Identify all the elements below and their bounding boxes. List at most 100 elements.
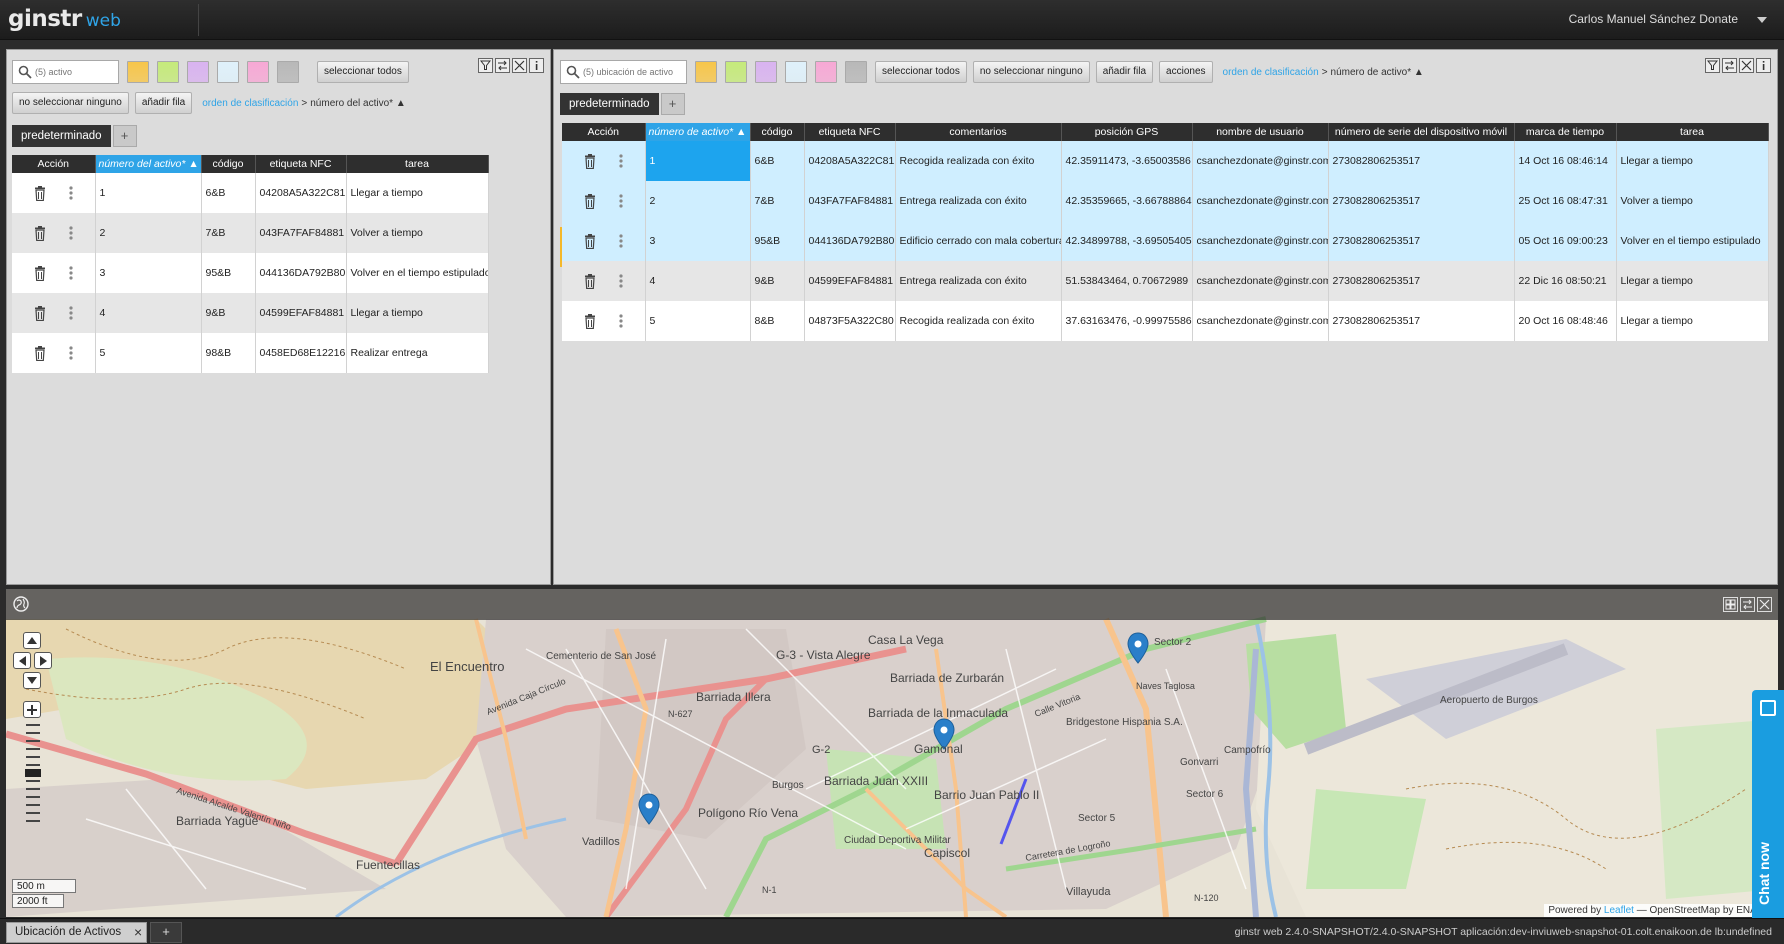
pan-up-button[interactable]: [23, 632, 41, 649]
column-header-gps-position[interactable]: posición GPS: [1061, 123, 1193, 141]
cell-comments[interactable]: Recogida realizada con éxito: [895, 301, 1062, 341]
pan-down-button[interactable]: [23, 672, 41, 689]
cell-asset-number[interactable]: 2: [95, 213, 202, 253]
leaflet-link[interactable]: Leaflet: [1604, 905, 1634, 916]
cell-user-name[interactable]: csanchezdonate@ginstr.com: [1192, 141, 1329, 181]
user-menu-caret-icon[interactable]: [1757, 17, 1767, 23]
pan-right-button[interactable]: [34, 652, 52, 669]
map-panel[interactable]: El Encuentro Cementerio de San José G-3 …: [6, 589, 1778, 917]
drag-handle-icon[interactable]: [69, 346, 73, 360]
grid-icon[interactable]: [1723, 597, 1738, 612]
cell-code[interactable]: 8&B: [750, 301, 805, 341]
cell-nfc-tag[interactable]: 04599EFAF84881: [255, 293, 347, 333]
zoom-in-button[interactable]: [23, 701, 41, 718]
cell-asset-number[interactable]: 5: [645, 301, 751, 341]
trash-icon[interactable]: [34, 185, 46, 201]
trash-icon[interactable]: [34, 345, 46, 361]
swap-icon[interactable]: [1740, 597, 1755, 612]
color-filter-purple[interactable]: [187, 61, 209, 83]
drag-handle-icon[interactable]: [69, 266, 73, 280]
cell-code[interactable]: 7&B: [750, 181, 805, 221]
cell-task[interactable]: Volver en el tiempo estipulado: [1616, 221, 1769, 261]
sort-order-link[interactable]: orden de clasificación: [202, 98, 298, 109]
table-row[interactable]: 3 95&B 044136DA792B80 Edificio cerrado con …: [562, 221, 1769, 261]
cell-code[interactable]: 95&B: [201, 253, 256, 293]
cell-comments[interactable]: Recogida realizada con éxito: [895, 141, 1062, 181]
cell-code[interactable]: 9&B: [750, 261, 805, 301]
app-logo[interactable]: ginstr web: [8, 6, 121, 34]
cell-code[interactable]: 7&B: [201, 213, 256, 253]
cell-gps-position[interactable]: 42.35359665, -3.66788864: [1061, 181, 1193, 221]
cell-task[interactable]: Realizar entrega: [346, 333, 489, 373]
cell-device-serial[interactable]: 273082806253517: [1328, 221, 1515, 261]
color-filter-gray[interactable]: [845, 61, 867, 83]
color-filter-pink[interactable]: [815, 61, 837, 83]
column-header-action[interactable]: Acción: [562, 123, 646, 141]
drag-handle-icon[interactable]: [69, 306, 73, 320]
cell-task[interactable]: Volver a tiempo: [1616, 181, 1769, 221]
cell-gps-position[interactable]: 42.34899788, -3.69505405: [1061, 221, 1193, 261]
info-icon[interactable]: [529, 58, 544, 73]
cell-comments[interactable]: Entrega realizada con éxito: [895, 261, 1062, 301]
column-header-asset-number[interactable]: número del activo* ▲: [95, 155, 202, 173]
color-filter-green[interactable]: [725, 61, 747, 83]
color-filter-light-blue[interactable]: [217, 61, 239, 83]
cell-timestamp[interactable]: 22 Dic 16 08:50:21: [1514, 261, 1617, 301]
drag-handle-icon[interactable]: [619, 154, 623, 168]
cell-asset-number[interactable]: 5: [95, 333, 202, 373]
cell-asset-number[interactable]: 1: [95, 173, 202, 213]
cell-comments[interactable]: Entrega realizada con éxito: [895, 181, 1062, 221]
table-row[interactable]: 2 7&B 043FA7FAF84881 Entrega realizada con …: [562, 181, 1769, 221]
color-filter-yellow[interactable]: [695, 61, 717, 83]
drag-handle-icon[interactable]: [619, 274, 623, 288]
cell-timestamp[interactable]: 20 Oct 16 08:48:46: [1514, 301, 1617, 341]
column-header-task[interactable]: tarea: [346, 155, 489, 173]
drag-handle-icon[interactable]: [69, 186, 73, 200]
cell-asset-number[interactable]: 2: [645, 181, 751, 221]
zoom-slider-handle[interactable]: [25, 769, 41, 777]
cell-asset-number[interactable]: 3: [95, 253, 202, 293]
add-tab-button[interactable]: +: [112, 125, 137, 147]
actions-button[interactable]: acciones: [1159, 61, 1213, 83]
color-filter-pink[interactable]: [247, 61, 269, 83]
cell-nfc-tag[interactable]: 0458ED68E12216: [255, 333, 347, 373]
drag-handle-icon[interactable]: [619, 234, 623, 248]
cell-timestamp[interactable]: 14 Oct 16 08:46:14: [1514, 141, 1617, 181]
cell-task[interactable]: Llegar a tiempo: [1616, 301, 1769, 341]
close-icon[interactable]: [512, 58, 527, 73]
cell-gps-position[interactable]: 51.53843464, 0.70672989: [1061, 261, 1193, 301]
column-header-task[interactable]: tarea: [1616, 123, 1769, 141]
trash-icon[interactable]: [584, 193, 596, 209]
cell-gps-position[interactable]: 37.63163476, -0.99975586: [1061, 301, 1193, 341]
cell-timestamp[interactable]: 25 Oct 16 08:47:31: [1514, 181, 1617, 221]
trash-icon[interactable]: [584, 233, 596, 249]
cell-code[interactable]: 6&B: [201, 173, 256, 213]
select-all-button[interactable]: seleccionar todos: [875, 61, 967, 83]
filter-icon[interactable]: [1705, 58, 1720, 73]
trash-icon[interactable]: [34, 225, 46, 241]
cell-nfc-tag[interactable]: 044136DA792B80: [255, 253, 347, 293]
user-name[interactable]: Carlos Manuel Sánchez Donate: [1569, 12, 1738, 26]
select-none-button[interactable]: no seleccionar ninguno: [12, 92, 129, 114]
tab-predeterminado[interactable]: predeterminado: [12, 125, 111, 147]
close-icon[interactable]: [1739, 58, 1754, 73]
globe-icon[interactable]: [13, 596, 29, 612]
cell-nfc-tag[interactable]: 04208A5A322C81: [804, 141, 896, 181]
cell-asset-number[interactable]: 1: [645, 141, 751, 181]
table-row[interactable]: 3 95&B 044136DA792B80 Volver en el tiempo e…: [12, 253, 489, 293]
cell-nfc-tag[interactable]: 04599EFAF84881: [804, 261, 896, 301]
table-row[interactable]: 5 8&B 04873F5A322C80 Recogida realizada con…: [562, 301, 1769, 341]
add-row-button[interactable]: añadir fila: [134, 92, 193, 114]
select-all-button[interactable]: seleccionar todos: [317, 61, 409, 83]
cell-user-name[interactable]: csanchezdonate@ginstr.com: [1192, 261, 1329, 301]
zoom-slider[interactable]: [24, 721, 42, 831]
column-header-action[interactable]: Acción: [12, 155, 96, 173]
trash-icon[interactable]: [584, 273, 596, 289]
trash-icon[interactable]: [34, 265, 46, 281]
cell-gps-position[interactable]: 42.35911473, -3.65003586: [1061, 141, 1193, 181]
trash-icon[interactable]: [584, 153, 596, 169]
cell-device-serial[interactable]: 273082806253517: [1328, 181, 1515, 221]
column-header-device-serial[interactable]: número de serie del dispositivo móvil: [1328, 123, 1515, 141]
cell-task[interactable]: Llegar a tiempo: [346, 293, 489, 333]
column-header-code[interactable]: código: [201, 155, 256, 173]
